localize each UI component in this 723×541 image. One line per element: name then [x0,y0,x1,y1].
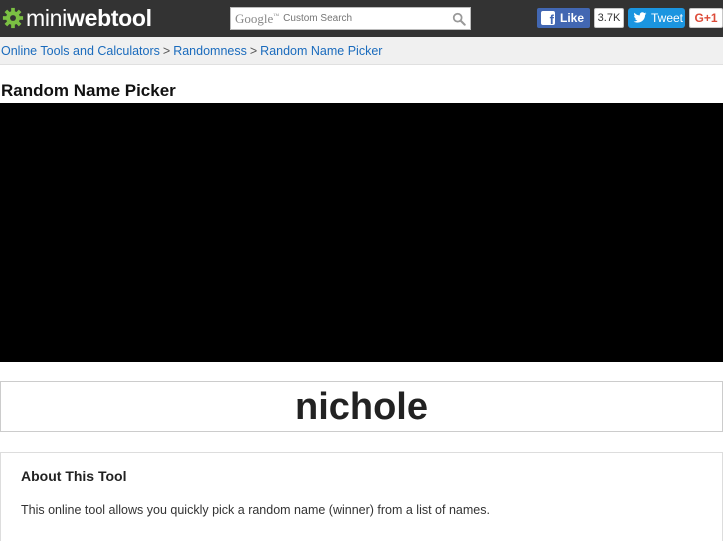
gear-icon [2,7,24,29]
facebook-like-count: 3.7K [594,8,624,28]
top-header: miniwebtool Google™ f Like 3.7K Tweet G+… [0,0,723,37]
page-title: Random Name Picker [1,81,176,100]
tweet-label: Tweet [651,11,684,25]
google-plus-button[interactable]: G+1 [689,8,723,28]
breadcrumb-link-randomness[interactable]: Randomness [173,44,247,58]
twitter-bird-icon [633,12,647,23]
logo-text-webtool: webtool [66,5,152,31]
facebook-like-button[interactable]: f Like [537,8,590,28]
search-input[interactable] [279,8,445,29]
facebook-like-label: Like [560,11,585,25]
result-box: nichole [0,381,723,432]
breadcrumb-link-online-tools[interactable]: Online Tools and Calculators [1,44,160,58]
tweet-button[interactable]: Tweet [628,8,685,28]
search-icon[interactable] [452,12,466,26]
google-brand: Google™ [235,10,280,26]
breadcrumb-separator: > [162,44,171,58]
logo-text-mini: mini [26,5,67,31]
breadcrumb: Online Tools and Calculators > Randomness >… [0,37,723,65]
picked-name: nichole [294,385,429,428]
breadcrumb-separator: > [249,44,258,58]
logo-text: miniwebtool [26,4,152,32]
picker-display-area [0,103,723,362]
about-section: About This Tool This online tool allows … [0,452,723,541]
about-title: About This Tool [21,468,127,484]
about-text: This online tool allows you quickly pick… [21,503,490,517]
breadcrumb-link-random-name-picker[interactable]: Random Name Picker [260,44,382,58]
facebook-icon: f [541,11,555,27]
site-logo[interactable]: miniwebtool [2,4,152,32]
google-brand-text: Google [235,10,274,26]
search-box[interactable]: Google™ [230,7,471,30]
